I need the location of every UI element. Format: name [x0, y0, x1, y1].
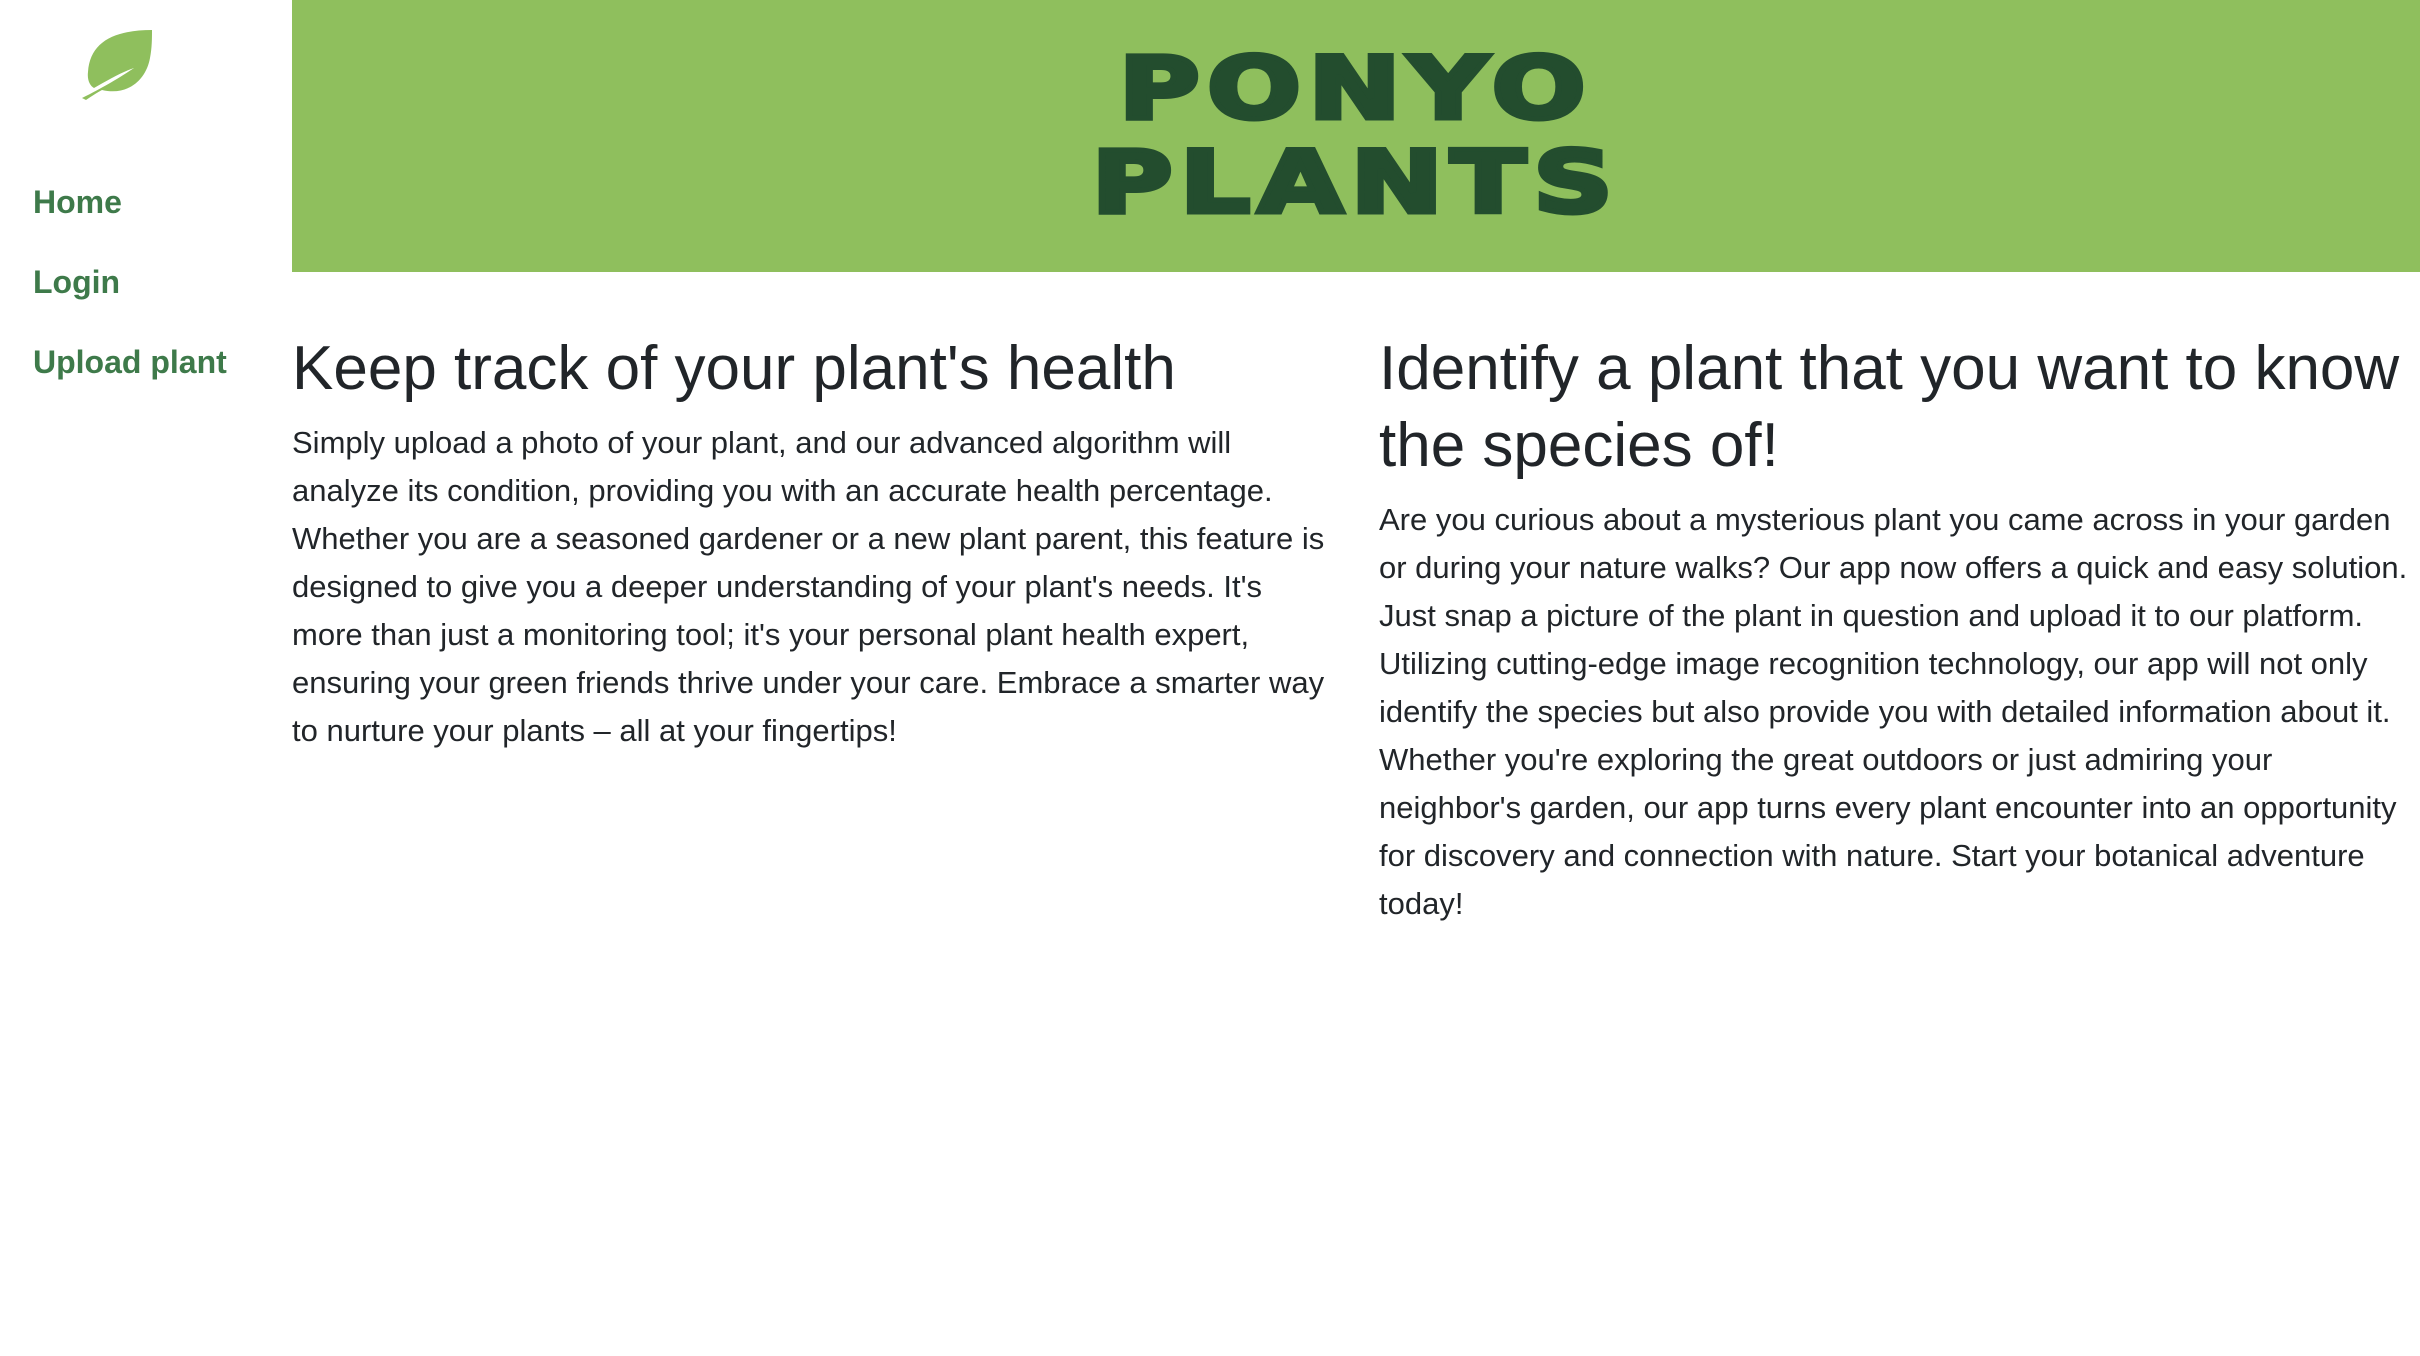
feature-identify-heading: Identify a plant that you want to know t…	[1379, 334, 2400, 480]
nav-login-link[interactable]: Login	[33, 258, 263, 306]
feature-identify: Identify a plant that you want to know t…	[1379, 330, 2409, 928]
nav-upload-plant-link[interactable]: Upload plant	[33, 338, 263, 386]
site-title-line1: PONYO	[1116, 39, 1594, 139]
feature-health-heading: Keep track of your plant's health	[292, 334, 1176, 403]
header-banner: PONYO PLANTS	[292, 0, 2420, 272]
feature-health-text: Simply upload a photo of your plant, and…	[292, 425, 1325, 748]
feature-health: Keep track of your plant's health Simply…	[292, 330, 1332, 755]
feature-identify-text: Are you curious about a mysterious plant…	[1379, 502, 2408, 921]
site-title-line2: PLANTS	[1089, 133, 1621, 233]
site-title: PONYO PLANTS	[0, 39, 2420, 233]
